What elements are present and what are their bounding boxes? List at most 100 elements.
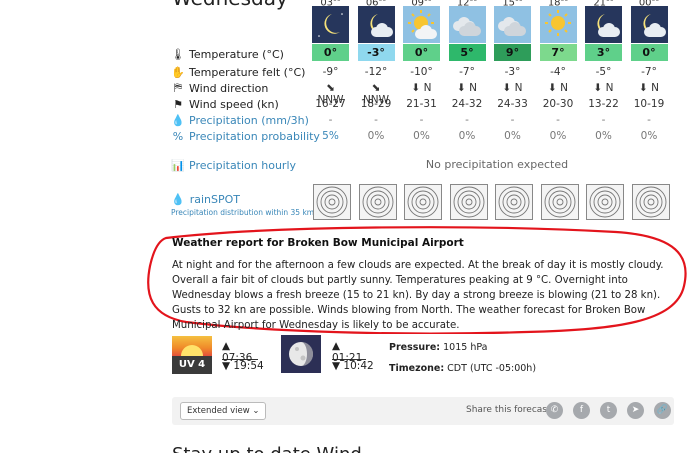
moonrise: ▲ 01:21 (332, 340, 366, 364)
telegram-icon[interactable]: ➤ (627, 402, 644, 419)
bars-drop-icon: 📊 (171, 158, 185, 172)
temp-felt-cell: -9° (322, 66, 339, 78)
rainspot-grid[interactable] (449, 184, 488, 220)
wind-direction-cell: ⬇ N (548, 82, 568, 94)
temp-felt-cell: -4° (550, 66, 566, 78)
flag-icon: ⚑ (173, 97, 183, 111)
precipitation-cell: - (601, 114, 606, 126)
facebook-icon[interactable]: f (573, 402, 590, 419)
precipitation-probability-cell: 0% (595, 130, 612, 142)
temp-felt-cell: -7° (459, 66, 475, 78)
precipitation-cell: - (419, 114, 424, 126)
precipitation-probability-cell: 0% (640, 130, 658, 142)
no-precipitation-text: No precipitation expected (425, 158, 569, 171)
pressure-info: Pressure: 1015 hPa (389, 342, 488, 353)
sun-horizon-icon (172, 336, 212, 356)
precipitation-cell: - (556, 114, 560, 126)
sun-icon (539, 6, 577, 43)
precipitation-probability-cell: 0% (367, 130, 385, 142)
wind-speed-cell: 16-27 (315, 98, 346, 110)
chevron-down-icon: ⌄ (252, 406, 260, 416)
precipitation-cell: - (510, 114, 515, 126)
temp-felt-cell: -10° (410, 66, 433, 78)
wind-speed-cell: 10-19 (633, 98, 665, 110)
moon-cloud-icon (357, 6, 395, 43)
precipitation-probability-cell: 0% (458, 130, 476, 142)
wind-direction-cell: ⬇ N (411, 82, 432, 94)
moon-cloud-icon (630, 6, 668, 43)
moon-cloud-icon (585, 6, 622, 43)
windsock-icon: ⛿ (174, 81, 182, 94)
temperature-cell: 9° (494, 44, 531, 61)
wind-speed-cell: 21-31 (406, 98, 437, 110)
uv-index-badge: UV 4 (172, 336, 212, 374)
hand-icon: ✋ (171, 65, 185, 79)
cloud-icon (448, 6, 486, 43)
share-label: Share this forecast (466, 405, 551, 415)
weather-report: Weather report for Broken Bow Municipal … (172, 237, 672, 333)
sunrise: ▲ 07:36 (222, 340, 258, 364)
wind-direction-cell: ⬇ N (502, 82, 523, 94)
wind-speed-cell: 24-32 (451, 98, 483, 110)
precipitation-probability-cell: 5% (322, 130, 339, 142)
temp-felt-cell: -3° (504, 66, 521, 78)
thermometer-icon: 🌡 (171, 47, 185, 61)
rainspot-grid[interactable] (631, 184, 670, 220)
day-title: Wednesday (172, 0, 288, 10)
wind-direction-cell: ⬇ N (457, 82, 477, 94)
wind-speed-cell: 18-29 (360, 98, 392, 110)
temperature-cell: 7° (539, 44, 577, 61)
moon-times: ▲ 01:21 ▼ 10:42 (332, 340, 374, 380)
sun-times: ▲ 07:36 ▼ 19:54 (222, 340, 264, 380)
precipitation-probability-label[interactable]: % Precipitation probability (171, 129, 320, 143)
temperature-cell: 5° (448, 44, 486, 61)
temp-felt-label: ✋ Temperature felt (°C) (171, 65, 306, 79)
cloud-icon (494, 6, 531, 43)
wind-direction-label: ⛿ Wind direction (171, 81, 268, 95)
precipitation-probability-cell: 0% (504, 130, 521, 142)
wind-direction-cell: ⬇ N (593, 82, 614, 94)
moon-stars-icon (312, 6, 349, 43)
temperature-cell: 3° (585, 44, 622, 61)
report-text: At night and for the afternoon a few clo… (172, 260, 664, 331)
link-icon[interactable]: 🔗 (654, 402, 671, 419)
wind-speed-label: ⚑ Wind speed (kn) (171, 97, 279, 111)
sunset: ▼ 19:54 (222, 360, 264, 372)
moon-phase-icon (281, 335, 321, 373)
rainspot-grid[interactable] (313, 184, 351, 220)
rainspot-grid[interactable] (495, 184, 533, 220)
precipitation-cell: - (647, 114, 651, 126)
precipitation-probability-cell: 0% (413, 130, 430, 142)
wind-speed-cell: 13-22 (588, 98, 619, 110)
wind-direction-cell: ⬇ N (639, 82, 659, 94)
precipitation-cell: - (465, 114, 469, 126)
precipitation-cell: - (374, 114, 378, 126)
temperature-cell: 0° (312, 44, 349, 61)
moonset: ▼ 10:42 (332, 360, 374, 372)
whatsapp-icon[interactable]: ✆ (546, 402, 563, 419)
temperature-cell: -3° (357, 44, 395, 61)
precipitation-label[interactable]: 💧 Precipitation (mm/3h) (171, 113, 309, 127)
temp-felt-cell: -7° (641, 66, 657, 78)
temperature-cell: 0° (630, 44, 668, 61)
drop-icon: 💧 (171, 113, 185, 127)
rainspot-grid[interactable] (404, 184, 442, 220)
sun-cloud-icon (403, 6, 440, 43)
twitter-icon[interactable]: t (600, 402, 617, 419)
rainspot-label[interactable]: 💧 rainSPOT Precipitation distribution wit… (171, 193, 314, 217)
report-title: Weather report for Broken Bow Municipal … (172, 237, 464, 249)
timezone-info: Timezone: CDT (UTC -05:00h) (389, 363, 537, 374)
drop-icon: 💧 (171, 193, 185, 206)
extended-view-select[interactable]: Extended view ⌄ (180, 402, 267, 420)
temperature-label: 🌡 Temperature (°C) (171, 47, 284, 61)
rainspot-grid[interactable] (358, 184, 397, 220)
precipitation-cell: - (328, 114, 333, 126)
precipitation-hourly-label[interactable]: 📊 Precipitation hourly (171, 158, 296, 172)
share-bar: Extended view ⌄ Share this forecast ✆ f t ➤… (172, 397, 674, 425)
wind-speed-cell: 24-33 (497, 98, 528, 110)
rainspot-grid[interactable] (586, 184, 624, 220)
wind-speed-cell: 20-30 (542, 98, 574, 110)
temperature-cell: 0° (403, 44, 440, 61)
rainspot-grid[interactable] (540, 184, 579, 220)
temp-felt-cell: -12° (364, 66, 388, 78)
